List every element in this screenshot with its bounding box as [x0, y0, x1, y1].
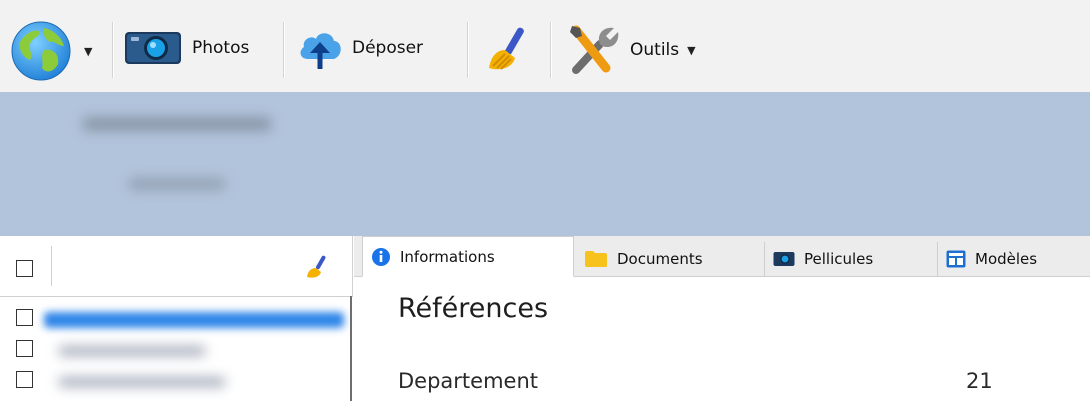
header-band — [0, 92, 1090, 236]
caret-down-icon: ▼ — [687, 43, 696, 57]
cloud-upload-icon — [300, 33, 341, 69]
tab-pellicules[interactable]: Pellicules — [765, 242, 938, 276]
left-panel-header — [0, 236, 353, 297]
row-checkbox[interactable] — [16, 371, 33, 388]
globe-icon — [11, 21, 71, 81]
left-panel — [0, 236, 354, 401]
info-icon — [372, 247, 390, 266]
upload-label: Déposer — [352, 38, 424, 58]
select-all-checkbox[interactable] — [16, 260, 33, 277]
tab-modeles[interactable]: Modèles — [938, 242, 1090, 276]
blurred-title — [82, 117, 272, 131]
row-checkbox[interactable] — [16, 309, 33, 326]
tab-strip: Informations Documents Pellicules Modèle… — [354, 236, 1090, 277]
tab-label: Informations — [400, 247, 495, 266]
field-value-departement: 21 — [966, 369, 993, 393]
broom-icon[interactable] — [304, 254, 330, 280]
section-title: Références — [398, 293, 549, 324]
photos-label: Photos — [192, 38, 250, 58]
broom-icon — [489, 27, 524, 70]
blurred-row-text — [58, 346, 206, 356]
blurred-subtitle — [128, 178, 226, 190]
tab-documents[interactable]: Documents — [576, 242, 765, 276]
tab-label: Pellicules — [804, 250, 874, 268]
camera-icon — [773, 252, 795, 266]
globe-menu-button[interactable]: ▼ — [10, 20, 92, 82]
field-label-departement: Departement — [398, 369, 538, 393]
folder-icon — [585, 251, 607, 267]
tools-label: Outils — [630, 40, 680, 60]
row-checkbox[interactable] — [16, 340, 33, 357]
informations-panel: Références Departement 21 — [354, 277, 1090, 401]
clean-button[interactable] — [481, 24, 533, 74]
tab-label: Modèles — [975, 250, 1038, 268]
upload-button[interactable]: Déposer — [296, 25, 423, 71]
tools-button[interactable]: Outils ▼ — [566, 22, 696, 78]
photos-button[interactable]: Photos — [124, 30, 249, 66]
caret-down-icon: ▼ — [84, 44, 93, 58]
blurred-row-text — [58, 377, 226, 387]
tab-informations[interactable]: Informations — [362, 236, 574, 277]
tools-icon — [570, 25, 619, 74]
template-icon — [946, 250, 966, 268]
tab-label: Documents — [617, 250, 703, 268]
toolbar: ▼ Photos Déposer Outils ▼ — [0, 0, 1090, 92]
selected-row-highlight — [44, 312, 344, 328]
camera-icon — [125, 32, 181, 64]
